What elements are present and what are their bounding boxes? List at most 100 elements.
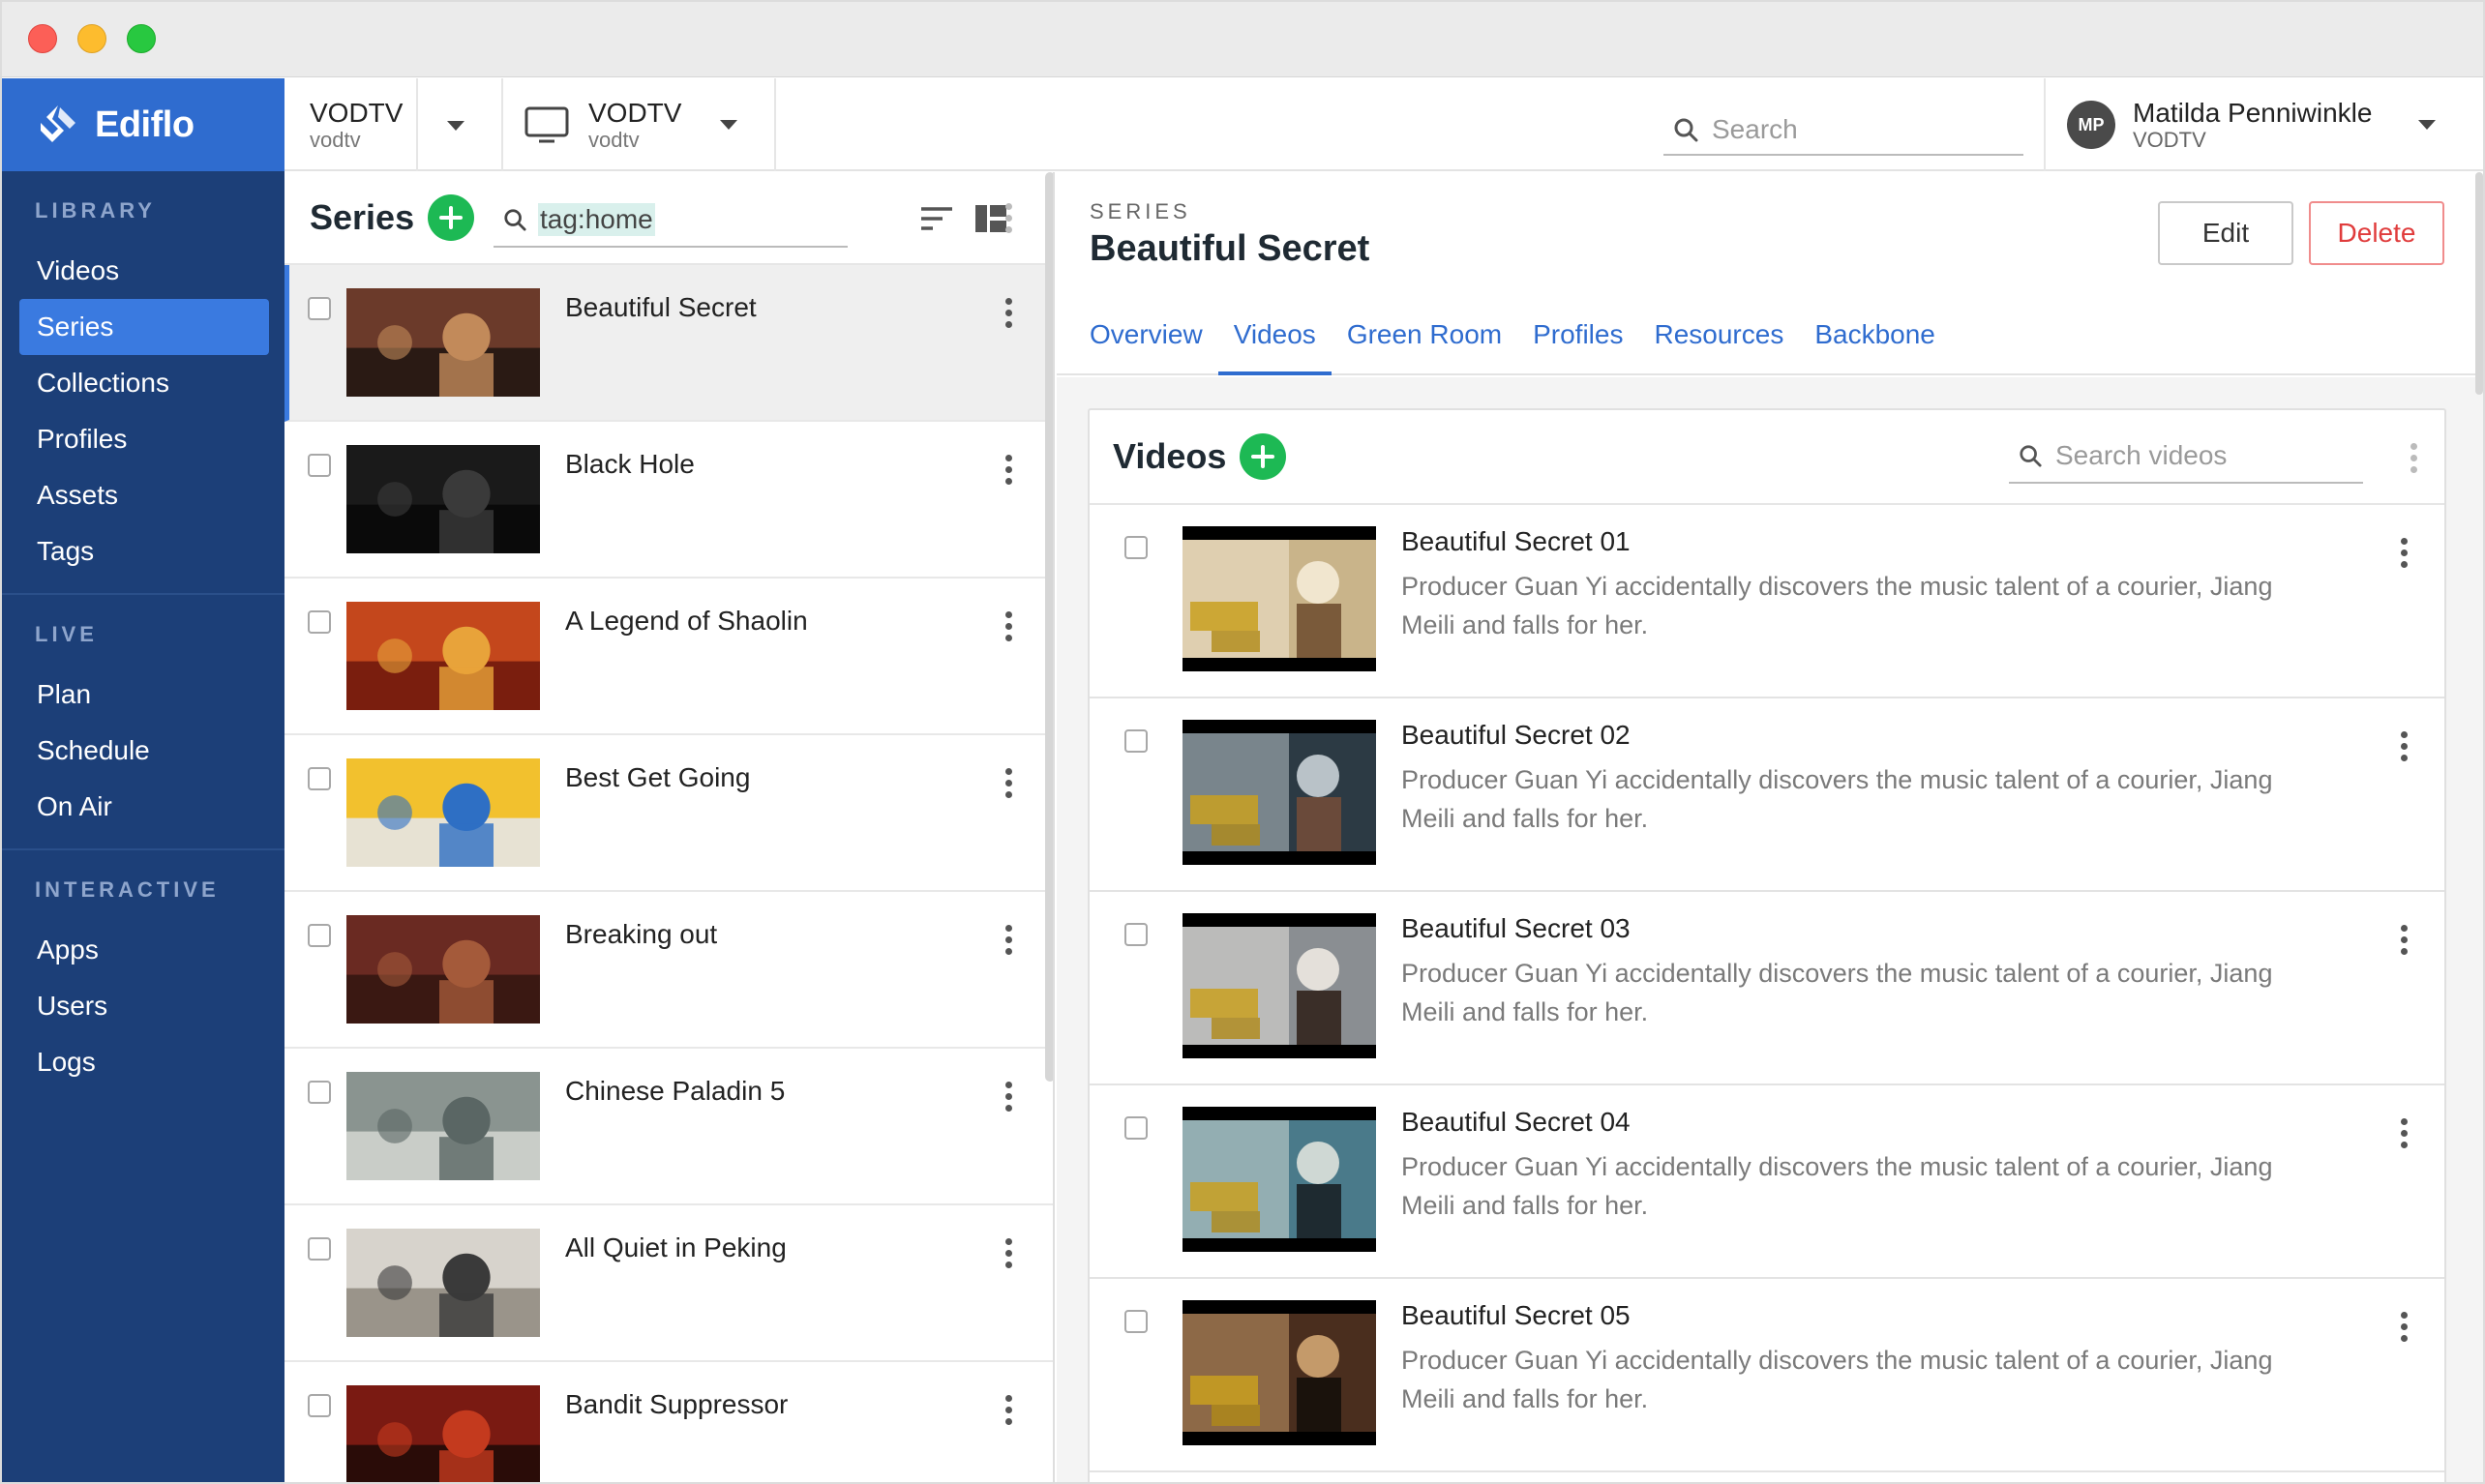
nav-section-interactive: INTERACTIVE Apps Users Logs [2, 850, 284, 1104]
global-search-input[interactable] [1712, 114, 2002, 145]
table-row[interactable]: Beautiful Secret 04 Producer Guan Yi acc… [1090, 1085, 2444, 1279]
video-frame-image [1183, 526, 1376, 671]
add-series-button[interactable] [428, 194, 475, 241]
video-search-input[interactable] [2055, 440, 2346, 471]
series-list-scrollbar[interactable] [1045, 172, 1053, 1082]
list-item[interactable]: All Quiet in Peking [284, 1205, 1053, 1362]
list-item[interactable]: Beautiful Secret [284, 265, 1053, 422]
channel-chevron-down-icon [720, 120, 738, 130]
user-name: Matilda Penniwinkle [2133, 97, 2373, 128]
sidebar-item-series[interactable]: Series [19, 299, 269, 355]
video-thumbnail [1183, 1300, 1376, 1445]
select-checkbox[interactable] [308, 924, 331, 947]
sidebar-item-logs[interactable]: Logs [19, 1034, 269, 1090]
list-item[interactable]: Best Get Going [284, 735, 1053, 892]
select-checkbox[interactable] [1124, 536, 1148, 559]
videos-options-icon[interactable] [2404, 443, 2423, 473]
sidebar-item-tags[interactable]: Tags [19, 523, 269, 579]
video-title[interactable]: Beautiful Secret 02 [1401, 720, 1631, 751]
series-search[interactable]: tag:home [494, 193, 848, 248]
videos-card-header: Videos [1090, 410, 2444, 505]
more-options-icon[interactable] [999, 611, 1018, 641]
list-item[interactable]: Breaking out [284, 892, 1053, 1049]
video-description: Producer Guan Yi accidentally discovers … [1401, 1152, 2273, 1220]
more-options-icon[interactable] [999, 455, 1018, 485]
sidebar-item-schedule[interactable]: Schedule [19, 723, 269, 779]
sidebar-item-plan[interactable]: Plan [19, 667, 269, 723]
search-icon [504, 209, 526, 231]
more-options-icon[interactable] [2394, 925, 2413, 955]
more-options-icon[interactable] [999, 1082, 1018, 1112]
add-video-button[interactable] [1240, 433, 1287, 480]
sidebar-item-collections[interactable]: Collections [19, 355, 269, 411]
channel-selector[interactable]: VODTV vodtv [503, 78, 776, 171]
more-options-icon[interactable] [999, 768, 1018, 798]
more-options-icon[interactable] [999, 298, 1018, 328]
delete-button[interactable]: Delete [2309, 201, 2444, 265]
video-title[interactable]: Beautiful Secret 04 [1401, 1107, 1631, 1138]
list-item[interactable]: Bandit Suppressor [284, 1362, 1053, 1482]
video-title[interactable]: Beautiful Secret 03 [1401, 913, 1631, 944]
minimize-window-button[interactable] [77, 24, 106, 53]
list-item[interactable]: A Legend of Shaolin [284, 579, 1053, 735]
select-checkbox[interactable] [1124, 1310, 1148, 1333]
more-options-icon[interactable] [2394, 731, 2413, 761]
select-checkbox[interactable] [308, 1394, 331, 1417]
close-window-button[interactable] [28, 24, 57, 53]
video-title[interactable]: Beautiful Secret 05 [1401, 1300, 1631, 1331]
sidebar-item-assets[interactable]: Assets [19, 467, 269, 523]
more-options-icon[interactable] [2394, 538, 2413, 568]
sidebar-item-profiles[interactable]: Profiles [19, 411, 269, 467]
more-options-icon[interactable] [2394, 1312, 2413, 1342]
page-title: Beautiful Secret [1090, 228, 1370, 269]
table-row[interactable]: Beautiful Secret 01 Producer Guan Yi acc… [1090, 505, 2444, 698]
list-item[interactable]: Chinese Paladin 5 [284, 1049, 1053, 1205]
series-list-title: Series [310, 197, 415, 237]
list-options-icon[interactable] [999, 203, 1018, 233]
sidebar-item-apps[interactable]: Apps [19, 922, 269, 978]
select-checkbox[interactable] [308, 297, 331, 320]
more-options-icon[interactable] [999, 1395, 1018, 1425]
select-checkbox[interactable] [308, 610, 331, 634]
table-row[interactable]: Beautiful Secret 05 Producer Guan Yi acc… [1090, 1279, 2444, 1472]
edit-button[interactable]: Edit [2158, 201, 2293, 265]
select-checkbox[interactable] [1124, 1116, 1148, 1140]
video-search[interactable] [2009, 430, 2363, 484]
table-row[interactable]: Beautiful Secret 02 Producer Guan Yi acc… [1090, 698, 2444, 892]
list-item[interactable]: Black Hole [284, 422, 1053, 579]
select-checkbox[interactable] [1124, 729, 1148, 753]
select-checkbox[interactable] [308, 1237, 331, 1261]
sidebar-item-videos[interactable]: Videos [19, 243, 269, 299]
brand[interactable]: Ediflo [2, 78, 284, 171]
zoom-window-button[interactable] [127, 24, 156, 53]
sort-icon[interactable] [919, 203, 954, 234]
detail-scrollbar[interactable] [2475, 172, 2483, 395]
tab-videos[interactable]: Videos [1217, 308, 1332, 375]
select-checkbox[interactable] [1124, 923, 1148, 946]
detail-overline: SERIES [1090, 199, 1191, 223]
sidebar-item-on-air[interactable]: On Air [19, 779, 269, 835]
select-checkbox[interactable] [308, 767, 331, 790]
series-list-header: Series tag:home [284, 172, 1053, 265]
more-options-icon[interactable] [2394, 1118, 2413, 1148]
global-search[interactable] [1663, 105, 2023, 156]
ediflo-logo-icon [41, 105, 75, 142]
brand-name: Ediflo [95, 104, 195, 145]
more-options-icon[interactable] [999, 1238, 1018, 1268]
series-detail-header: SERIES Beautiful Secret Edit Delete Over… [1057, 172, 2483, 375]
tab-resources[interactable]: Resources [1654, 308, 1783, 375]
series-thumbnail [346, 445, 540, 553]
plus-icon [439, 206, 464, 229]
sidebar-item-users[interactable]: Users [19, 978, 269, 1034]
video-title[interactable]: Beautiful Secret 01 [1401, 526, 1631, 557]
tab-profiles[interactable]: Profiles [1533, 308, 1623, 375]
select-checkbox[interactable] [308, 1081, 331, 1104]
series-search-tag[interactable]: tag:home [538, 203, 655, 236]
tab-green-room[interactable]: Green Room [1347, 308, 1502, 375]
tab-overview[interactable]: Overview [1090, 308, 1203, 375]
select-checkbox[interactable] [308, 454, 331, 477]
table-row[interactable]: Beautiful Secret 03 Producer Guan Yi acc… [1090, 892, 2444, 1085]
tab-backbone[interactable]: Backbone [1814, 308, 1935, 375]
user-menu[interactable]: MP Matilda Penniwinkle VODTV [2044, 78, 2483, 171]
more-options-icon[interactable] [999, 925, 1018, 955]
